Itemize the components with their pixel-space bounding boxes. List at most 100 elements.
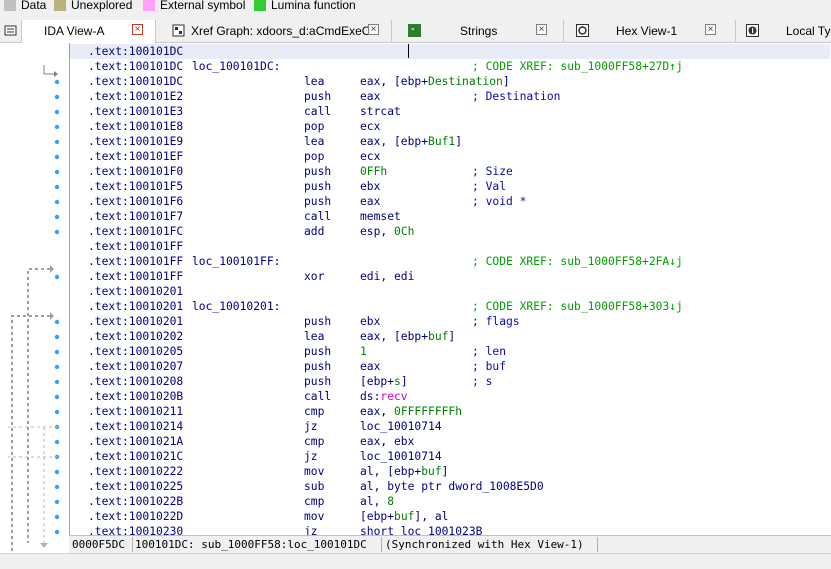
flow-dot bbox=[54, 139, 60, 145]
code-line[interactable]: .text:1001022D mov [ebp+buf], al bbox=[70, 509, 830, 524]
text-cursor bbox=[408, 44, 409, 58]
code-line[interactable]: .text:10010205 push 1 ; len bbox=[70, 344, 830, 359]
code-line[interactable]: .text:1001022B cmp al, 8 bbox=[70, 494, 830, 509]
line-operand: ds:recv bbox=[360, 390, 408, 403]
code-line[interactable]: .text:100101F6 push eax ; void * bbox=[70, 194, 830, 209]
code-line[interactable]: .text:10010207 push eax ; buf bbox=[70, 359, 830, 374]
code-line[interactable]: .text:100101DC lea eax, [ebp+Destination] bbox=[70, 74, 830, 89]
close-icon[interactable]: × bbox=[536, 24, 547, 35]
line-mnemonic: call bbox=[304, 105, 332, 118]
code-line[interactable]: .text:10010201 loc_10010201: ; CODE XREF: … bbox=[70, 299, 830, 314]
code-line[interactable]: .text:100101FC add esp, 0Ch bbox=[70, 224, 830, 239]
tab-label: Strings bbox=[460, 24, 498, 38]
code-line[interactable]: .text:100101F5 push ebx ; Val bbox=[70, 179, 830, 194]
line-comment: ; CODE XREF: sub_1000FF58+27D↑j bbox=[472, 60, 683, 73]
close-icon[interactable]: × bbox=[132, 24, 143, 35]
arrows-gutter[interactable] bbox=[0, 43, 69, 553]
code-line[interactable]: .text:10010202 lea eax, [ebp+buf] bbox=[70, 329, 830, 344]
disassembly-view[interactable]: .text:100101DC .text:100101DC loc_100101DC… bbox=[69, 43, 831, 535]
code-line[interactable]: .text:100101FF loc_100101FF: ; CODE XREF: … bbox=[70, 254, 830, 269]
tab-hex-view[interactable]: Hex View-1 × bbox=[564, 20, 736, 42]
code-line[interactable]: .text:100101DC loc_100101DC: ; CODE XREF: … bbox=[70, 59, 830, 74]
line-address: .text:100101FF bbox=[88, 240, 184, 253]
line-address: .text:1001021C bbox=[88, 450, 184, 463]
line-operand: memset bbox=[360, 210, 401, 223]
legend-bar: Data Unexplored External symbol Lumina func… bbox=[0, 0, 831, 14]
flow-dot bbox=[54, 529, 60, 535]
close-icon[interactable]: × bbox=[705, 24, 716, 35]
code-line[interactable]: .text:10010225 sub al, byte ptr dword_1008… bbox=[70, 479, 830, 494]
line-operand: eax bbox=[360, 360, 381, 373]
flow-dot bbox=[54, 109, 60, 115]
line-mnemonic: push bbox=[304, 90, 332, 103]
line-mnemonic: push bbox=[304, 345, 332, 358]
code-line[interactable]: .text:100101DC bbox=[70, 44, 830, 59]
tab-local-types[interactable]: Local Typ bbox=[736, 20, 831, 42]
line-operand: loc_10010714 bbox=[360, 420, 442, 433]
tab-xref-graph[interactable]: Xref Graph: xdoors_d:aCmdExeC × bbox=[156, 20, 392, 42]
line-mnemonic: call bbox=[304, 390, 332, 403]
line-address: .text:1001022B bbox=[88, 495, 184, 508]
line-address: .text:1001021A bbox=[88, 435, 184, 448]
close-icon[interactable]: × bbox=[368, 24, 379, 35]
line-operand: al, byte ptr dword_1008E5D0 bbox=[360, 480, 544, 493]
tab-bar: IDA View-A × Xref Graph: xdoors_d:aCmdEx… bbox=[0, 20, 831, 43]
flow-dot bbox=[54, 439, 60, 445]
code-line[interactable]: .text:1001021C jz loc_10010714 bbox=[70, 449, 830, 464]
flow-dot bbox=[54, 79, 60, 85]
status-bar: 0000F5DC 100101DC: sub_1000FF58:loc_1001… bbox=[69, 535, 831, 554]
code-line[interactable]: .text:100101EF pop ecx bbox=[70, 149, 830, 164]
line-mnemonic: sub bbox=[304, 480, 325, 493]
code-line[interactable]: .text:10010222 mov al, [ebp+buf] bbox=[70, 464, 830, 479]
tab-ida-view-a[interactable]: IDA View-A × bbox=[22, 20, 156, 43]
line-operand: loc_10010714 bbox=[360, 450, 442, 463]
line-mnemonic: jz bbox=[304, 525, 318, 535]
line-address: .text:100101E2 bbox=[88, 90, 184, 103]
line-address: .text:100101DC bbox=[88, 75, 184, 88]
line-comment: ; CODE XREF: sub_1000FF58+2FA↓j bbox=[472, 255, 683, 268]
code-line[interactable]: .text:1001021A cmp eax, ebx bbox=[70, 434, 830, 449]
code-line[interactable]: .text:100101E3 call strcat bbox=[70, 104, 830, 119]
code-line[interactable]: .text:1001020B call ds:recv bbox=[70, 389, 830, 404]
code-line[interactable]: .text:100101FF xor edi, edi bbox=[70, 269, 830, 284]
line-mnemonic: pop bbox=[304, 120, 325, 133]
code-line[interactable]: .text:10010201 push ebx ; flags bbox=[70, 314, 830, 329]
code-line[interactable]: .text:10010201 bbox=[70, 284, 830, 299]
code-line[interactable]: .text:100101E9 lea eax, [ebp+Buf1] bbox=[70, 134, 830, 149]
code-line[interactable]: .text:100101FF bbox=[70, 239, 830, 254]
legend-item: Data bbox=[4, 0, 46, 12]
line-address: .text:100101FC bbox=[88, 225, 184, 238]
flow-dot bbox=[54, 169, 60, 175]
bottom-strip bbox=[0, 553, 831, 569]
flow-dot bbox=[54, 214, 60, 220]
code-line[interactable]: .text:100101E2 push eax ; Destination bbox=[70, 89, 830, 104]
line-address: .text:100101E3 bbox=[88, 105, 184, 118]
flow-dot bbox=[54, 319, 60, 325]
status-location: 100101DC: sub_1000FF58:loc_100101DC bbox=[135, 538, 367, 551]
code-line[interactable]: .text:100101F0 push 0FFh ; Size bbox=[70, 164, 830, 179]
code-line[interactable]: .text:10010211 cmp eax, 0FFFFFFFFh bbox=[70, 404, 830, 419]
line-comment: ; CODE XREF: sub_1000FF58+303↓j bbox=[472, 300, 683, 313]
flow-dot bbox=[54, 499, 60, 505]
code-line[interactable]: .text:10010214 jz loc_10010714 bbox=[70, 419, 830, 434]
line-address: .text:100101F5 bbox=[88, 180, 184, 193]
flow-dot bbox=[54, 364, 60, 370]
line-mnemonic: cmp bbox=[304, 495, 325, 508]
flow-dot bbox=[54, 349, 60, 355]
line-operand: eax bbox=[360, 90, 381, 103]
line-address: .text:100101DC bbox=[88, 45, 184, 58]
code-line[interactable]: .text:100101F7 call memset bbox=[70, 209, 830, 224]
line-address: .text:100101F6 bbox=[88, 195, 184, 208]
line-comment: ; Val bbox=[472, 180, 507, 193]
tab-strings[interactable]: " Strings × bbox=[392, 20, 564, 42]
line-address: .text:100101FF bbox=[88, 255, 184, 268]
tab-menu[interactable] bbox=[0, 20, 22, 42]
line-operand: 0FFh bbox=[360, 165, 388, 178]
code-line[interactable]: .text:100101E8 pop ecx bbox=[70, 119, 830, 134]
code-line[interactable]: .text:10010230 jz short loc_1001023B bbox=[70, 524, 830, 535]
code-line[interactable]: .text:10010208 push [ebp+s] ; s bbox=[70, 374, 830, 389]
line-address: .text:10010201 bbox=[88, 315, 184, 328]
line-operand: [ebp+buf], al bbox=[360, 510, 449, 523]
flow-arrows bbox=[8, 65, 60, 553]
legend-label: Data bbox=[21, 0, 47, 12]
